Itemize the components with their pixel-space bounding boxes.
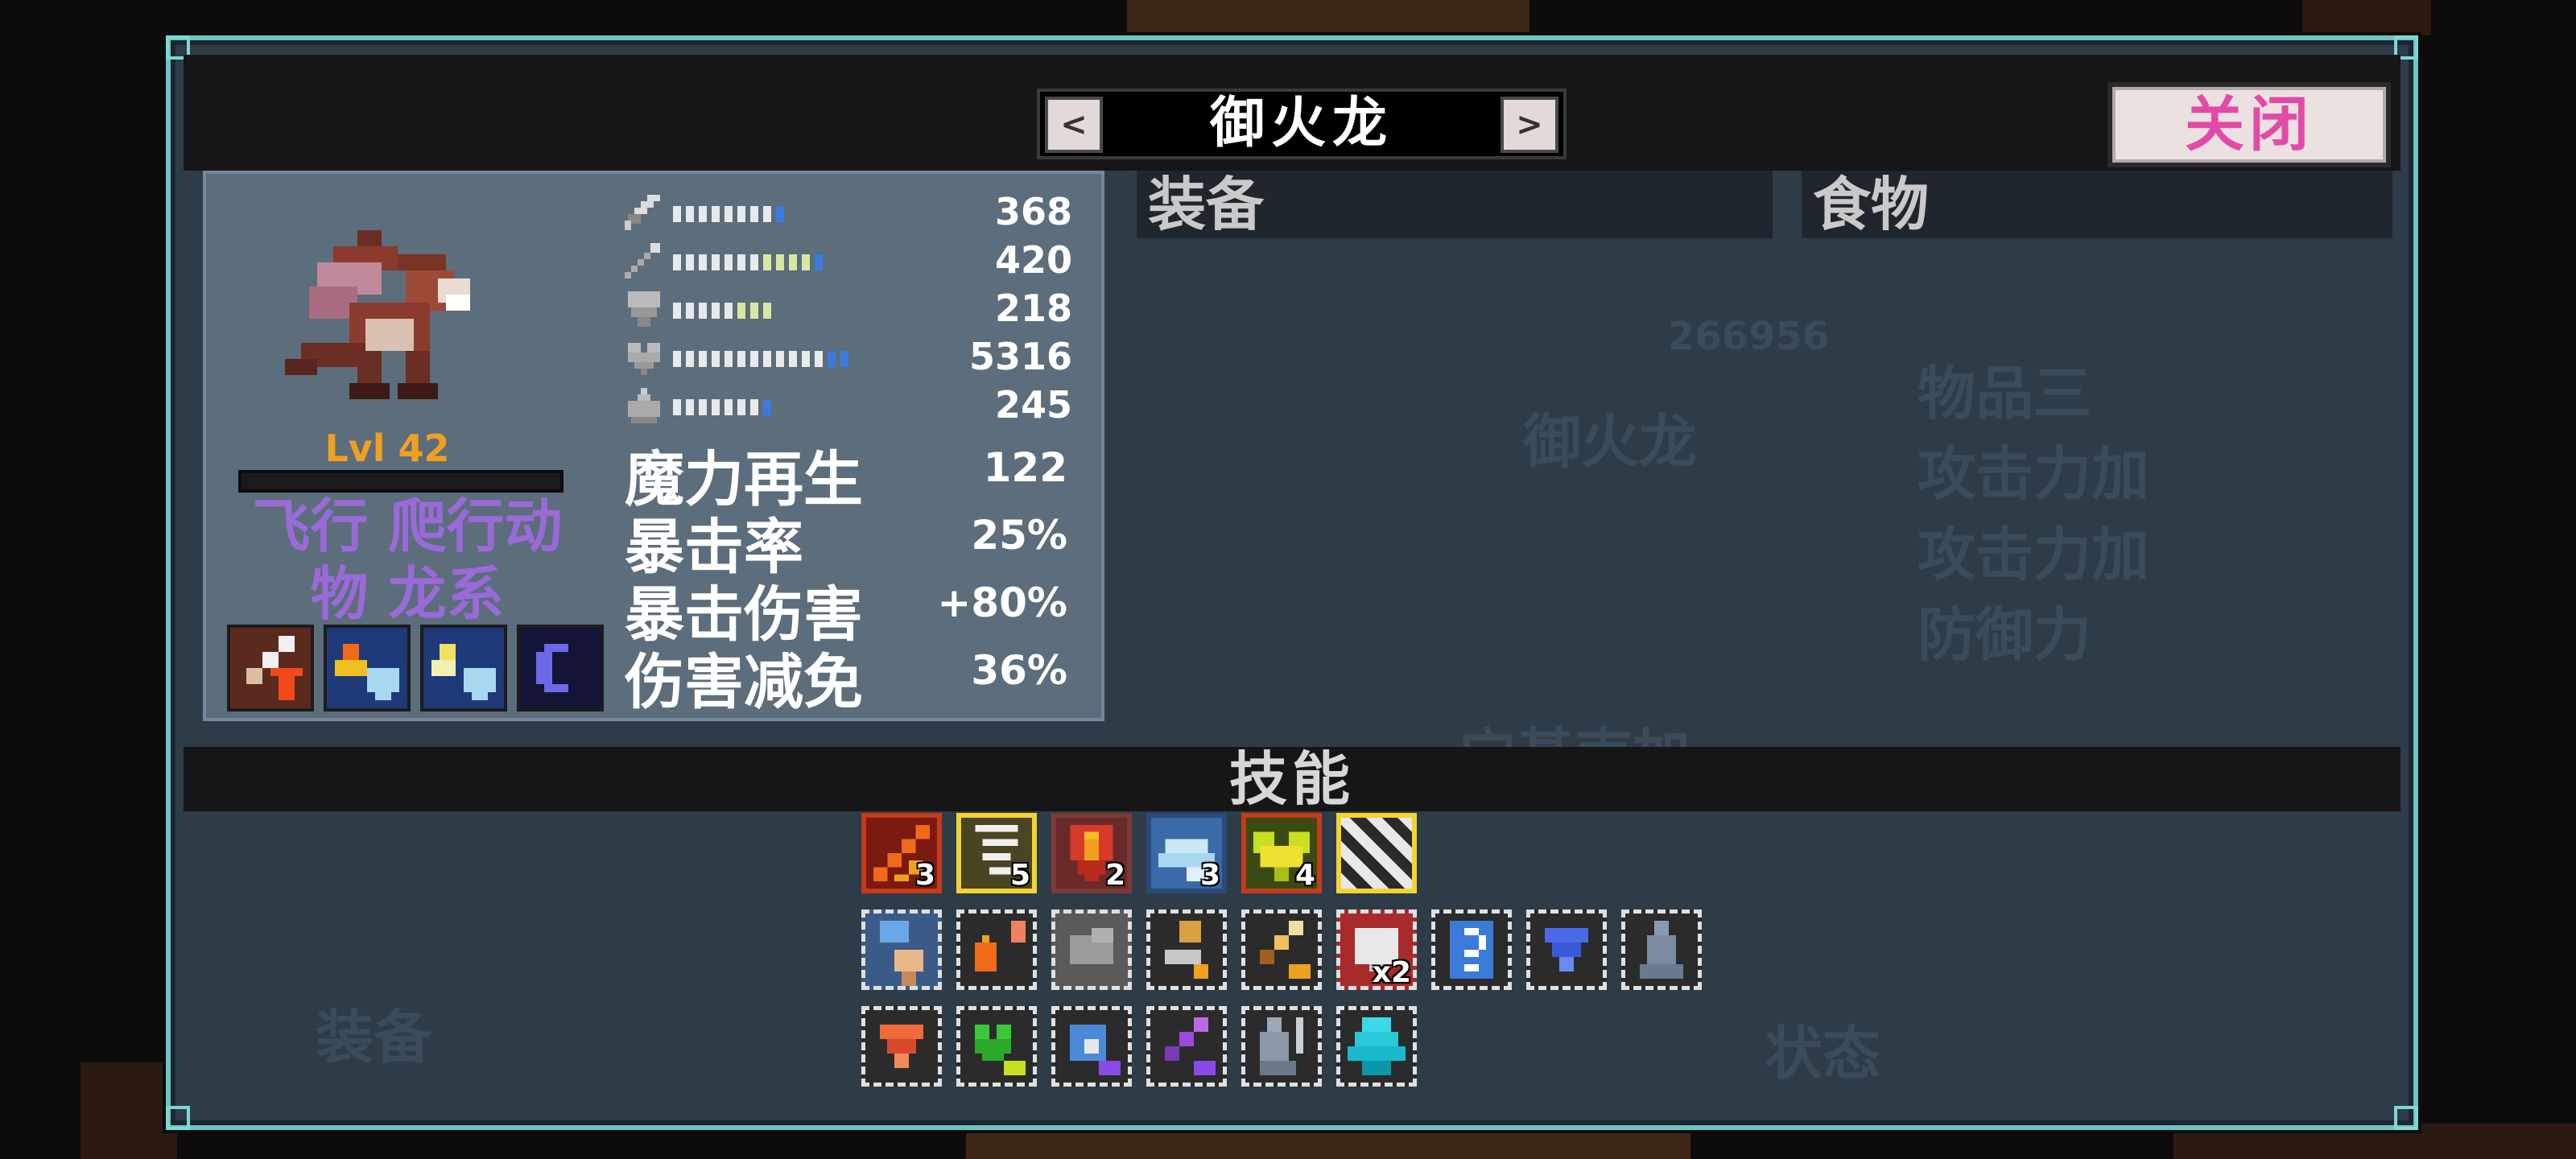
attr-value-damage-reduction: 36% [971, 647, 1067, 694]
prev-pet-button[interactable]: < [1045, 97, 1103, 153]
ghost-text: 御火龙 [1523, 408, 1698, 476]
pet-name-title: 御火龙 [1209, 92, 1393, 155]
skill-tornado[interactable]: 5 [956, 813, 1037, 893]
ghost-text: 266956 [1668, 314, 1830, 359]
pet-types-line: 飞行 爬行动 [252, 493, 563, 560]
fist-icon [880, 921, 923, 986]
pet-types-line: 物 龙系 [310, 560, 505, 628]
pet-types: 飞行 爬行动 物 龙系 [222, 493, 592, 628]
skill-ice[interactable]: 3 [1146, 813, 1227, 893]
attr-value-crit-rate: 25% [971, 512, 1067, 559]
sword-upgrade-icon [246, 636, 303, 700]
statue-icon [1640, 921, 1683, 979]
skill-count: x2 [1372, 956, 1411, 989]
background-wall [1127, 0, 1530, 35]
equipment-section-header: 装备 [1137, 171, 1773, 238]
stat-value-health: 5316 [968, 335, 1072, 378]
skill-passive[interactable] [1241, 1006, 1322, 1087]
trait-slot[interactable] [517, 625, 604, 711]
skill-passive[interactable] [861, 1006, 942, 1087]
skill-passive[interactable] [1146, 909, 1227, 990]
skill-passive[interactable] [1051, 909, 1132, 990]
skill-count: 4 [1294, 859, 1315, 892]
purple-wand-icon [1165, 1017, 1216, 1075]
ghost-text: 装备 [316, 1004, 432, 1071]
stat-value-attack: 368 [994, 190, 1072, 233]
question-icon [1450, 921, 1493, 979]
header-bar: < 御火龙 > 关闭 [184, 55, 2401, 171]
sword-icon [625, 195, 660, 230]
skill-passive[interactable] [1621, 909, 1702, 990]
skills-section-header: 技能 [184, 747, 2401, 811]
ghost-text: 攻击力加 [1918, 440, 2150, 508]
skill-passive[interactable] [1526, 909, 1607, 990]
knight-statue-icon [1260, 1017, 1303, 1075]
fire-up-icon [975, 921, 1026, 971]
title-selector: < 御火龙 > [1037, 89, 1567, 159]
pet-summary-card: Lvl 42 飞行 爬行动 物 龙系 368 420 218 5316 245 … [203, 171, 1104, 721]
background-wall [2302, 0, 2431, 35]
stone-arm-icon [1070, 928, 1113, 964]
trait-slot[interactable] [227, 625, 314, 711]
fire-resist-icon [335, 644, 399, 700]
next-pet-button[interactable]: > [1501, 97, 1558, 153]
stat-value-magic: 420 [994, 238, 1072, 282]
heart-icon [628, 343, 660, 375]
attr-value-mana-regen: 122 [983, 444, 1067, 491]
food-section-header: 食物 [1802, 171, 2392, 238]
wand-icon [625, 243, 660, 278]
skill-passive[interactable] [861, 909, 942, 990]
background-wall [80, 1062, 177, 1159]
stat-value-mana: 245 [994, 383, 1072, 427]
close-button[interactable]: 关闭 [2107, 82, 2391, 167]
dragon-sprite-icon [285, 230, 470, 399]
skill-passive[interactable] [1241, 909, 1322, 990]
golden-sword-icon [1260, 921, 1311, 979]
cyan-aura-icon [1348, 1017, 1406, 1075]
pet-detail-panel: 266956 御火龙 宁基南加 物品三 攻击力加 攻击力加 防御力 状态 装备 … [166, 35, 2418, 1130]
attr-label-damage-reduction: 伤害减免 [625, 648, 863, 717]
skill-slash[interactable]: 3 [861, 813, 942, 893]
flask-icon [628, 388, 660, 423]
attr-value-crit-damage: +80% [937, 580, 1067, 626]
skill-passive[interactable] [956, 1006, 1037, 1087]
moon-icon [536, 644, 568, 692]
ghost-text: 物品三 [1918, 360, 2092, 427]
skill-shield[interactable]: 2 [1051, 813, 1132, 893]
orange-chalice-icon [880, 1025, 923, 1068]
skill-passive[interactable] [956, 909, 1037, 990]
stat-value-defense: 218 [994, 287, 1072, 330]
panel-corner [166, 1106, 190, 1130]
green-heart-icon [975, 1025, 1026, 1075]
skill-passive[interactable] [1431, 909, 1512, 990]
skill-locked[interactable] [1336, 813, 1417, 893]
blue-chalice-icon [1545, 928, 1588, 971]
trait-slot[interactable] [420, 625, 507, 711]
lightning-resist-icon [431, 644, 496, 700]
ghost-text: 状态 [1765, 1020, 1881, 1087]
skill-count: 3 [914, 859, 935, 892]
wand-boost-icon [1070, 1025, 1121, 1075]
ghost-text: 防御力 [1918, 601, 2092, 669]
xp-bar [238, 470, 564, 493]
gear-sword-icon [1165, 921, 1208, 979]
trait-slot[interactable] [324, 625, 411, 711]
skill-poison[interactable]: 4 [1241, 813, 1322, 893]
skill-passive[interactable] [1051, 1006, 1132, 1087]
skill-count: 2 [1104, 859, 1125, 892]
shield-icon [628, 291, 660, 327]
pet-level: Lvl 42 [324, 427, 450, 470]
skill-passive[interactable] [1336, 1006, 1417, 1087]
ghost-text: 攻击力加 [1918, 521, 2150, 588]
skill-count: 5 [1009, 859, 1030, 892]
skill-count: 3 [1199, 859, 1220, 892]
skill-passive[interactable] [1146, 1006, 1227, 1087]
skill-passive[interactable]: x2 [1336, 909, 1417, 990]
panel-corner [2394, 1106, 2418, 1130]
